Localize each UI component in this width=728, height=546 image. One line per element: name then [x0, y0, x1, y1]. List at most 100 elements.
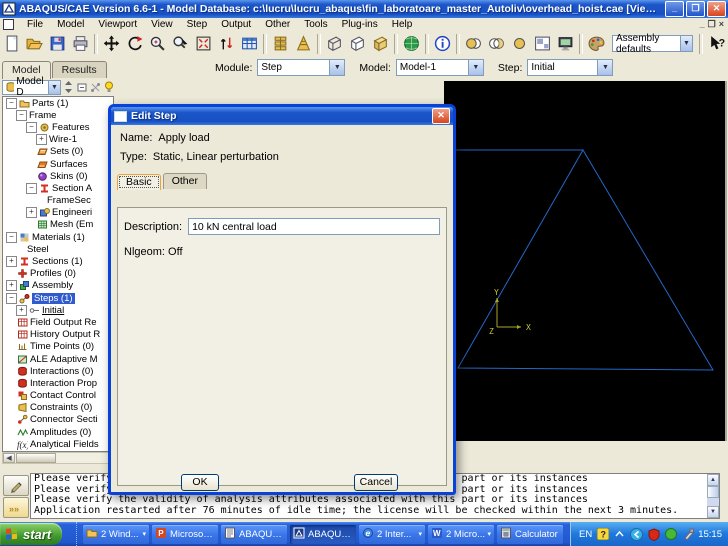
- tree-horizontal-scrollbar[interactable]: ◀: [2, 452, 114, 464]
- render-stack-icon[interactable]: [269, 33, 292, 55]
- zoom-box-icon[interactable]: [169, 33, 192, 55]
- tree-item-mesh-em[interactable]: Mesh (Em: [3, 219, 113, 231]
- collapse-icon[interactable]: −: [26, 122, 37, 133]
- expand-icon[interactable]: +: [6, 256, 17, 267]
- query-info-icon[interactable]: [431, 33, 454, 55]
- perspective-sphere-icon[interactable]: [400, 33, 423, 55]
- pan-view-icon[interactable]: [100, 33, 123, 55]
- tree-item-analytical-fields[interactable]: f(x)Analytical Fields: [3, 438, 113, 450]
- expand-icon[interactable]: +: [6, 280, 17, 291]
- tree-item-field-output-re[interactable]: Field Output Re: [3, 316, 113, 328]
- menu-item-tools[interactable]: Tools: [297, 19, 334, 30]
- mdi-restore-button[interactable]: ❐: [708, 19, 716, 30]
- tree-item-parts-1-[interactable]: −Parts (1): [3, 97, 113, 109]
- rotate-view-icon[interactable]: [123, 33, 146, 55]
- render-cone-icon[interactable]: [292, 33, 315, 55]
- expand-icon[interactable]: +: [26, 207, 37, 218]
- dialog-close-icon[interactable]: ✕: [432, 108, 450, 124]
- overlay-front-circles-icon[interactable]: [462, 33, 485, 55]
- message-area-tab-icon[interactable]: [3, 475, 29, 496]
- tree-item-materials-1-[interactable]: −Materials (1): [3, 231, 113, 243]
- tree-item-assembly[interactable]: +Assembly: [3, 280, 113, 292]
- menu-item-step[interactable]: Step: [180, 19, 215, 30]
- collapse-icon[interactable]: −: [26, 183, 37, 194]
- close-button[interactable]: ✕: [707, 1, 726, 17]
- tree-item-history-output-r[interactable]: History Output R: [3, 329, 113, 341]
- tree-item-surfaces[interactable]: Surfaces: [3, 158, 113, 170]
- tree-item-features[interactable]: −Features: [3, 121, 113, 133]
- collapse-icon[interactable]: −: [6, 293, 17, 304]
- tree-link-icon[interactable]: [90, 80, 101, 94]
- tree-item-profiles-0-[interactable]: Profiles (0): [3, 268, 113, 280]
- dialog-title-bar[interactable]: Edit Step ✕: [111, 107, 453, 125]
- tree-item-constraints-0-[interactable]: Constraints (0): [3, 402, 113, 414]
- hide-tray-icons-arrow[interactable]: [613, 528, 626, 541]
- tree-item-contact-control[interactable]: Contact Control: [3, 390, 113, 402]
- tree-item-connector-secti[interactable]: Connector Secti: [3, 414, 113, 426]
- kernel-prompt-icon[interactable]: »»: [3, 497, 29, 518]
- new-file-icon[interactable]: [0, 33, 23, 55]
- back-circle-icon[interactable]: [630, 528, 643, 541]
- tree-item-interaction-prop[interactable]: Interaction Prop: [3, 377, 113, 389]
- menu-item-plug-ins[interactable]: Plug-ins: [335, 19, 385, 30]
- magnify-view-icon[interactable]: [146, 33, 169, 55]
- print-icon[interactable]: [69, 33, 92, 55]
- mdi-close-button[interactable]: ×: [719, 19, 724, 30]
- taskbar-button-1[interactable]: PMicrosoft...: [152, 525, 218, 544]
- single-circle-icon[interactable]: [508, 33, 531, 55]
- menu-item-output[interactable]: Output: [214, 19, 258, 30]
- scroll-thumb[interactable]: [707, 486, 719, 498]
- taskbar-button-5[interactable]: W2 Micro...▾: [428, 525, 494, 544]
- expand-icon[interactable]: +: [16, 305, 27, 316]
- tree-item-frame[interactable]: −Frame: [3, 109, 113, 121]
- cycle-arrows-icon[interactable]: [215, 33, 238, 55]
- scroll-down-arrow[interactable]: ▼: [707, 506, 719, 518]
- viewport-canvas[interactable]: Y X Z: [444, 81, 727, 441]
- menu-item-viewport[interactable]: Viewport: [91, 19, 144, 30]
- model-select[interactable]: Model-1▼: [396, 59, 484, 76]
- wireframe-cube-icon[interactable]: [323, 33, 346, 55]
- cancel-button[interactable]: Cancel: [354, 474, 398, 491]
- scroll-thumb[interactable]: [16, 453, 56, 463]
- tree-item-steps-1-[interactable]: −Steps (1): [3, 292, 113, 304]
- taskbar-button-0[interactable]: 2 Wind...▾: [83, 525, 149, 544]
- collapse-icon[interactable]: −: [6, 98, 17, 109]
- module-select[interactable]: Step▼: [257, 59, 345, 76]
- tree-item-time-points-0-[interactable]: Time Points (0): [3, 341, 113, 353]
- ok-button[interactable]: OK: [181, 474, 219, 491]
- model-database-select[interactable]: Model D ▼: [2, 80, 61, 95]
- tree-item-initial[interactable]: +Initial: [3, 304, 113, 316]
- menu-item-other[interactable]: Other: [258, 19, 297, 30]
- help-cursor-icon[interactable]: ?: [705, 33, 728, 55]
- tree-item-framesec[interactable]: FrameSec: [3, 195, 113, 207]
- scroll-left-arrow[interactable]: ◀: [3, 453, 15, 463]
- step-select[interactable]: Initial▼: [527, 59, 613, 76]
- mouse-icon[interactable]: [681, 528, 694, 541]
- mdi-minimize-button[interactable]: _: [700, 19, 705, 30]
- help-question-icon[interactable]: ?: [596, 528, 609, 541]
- open-file-icon[interactable]: [23, 33, 46, 55]
- shaded-cube-icon[interactable]: [369, 33, 392, 55]
- taskbar-button-3[interactable]: ABAQUS...: [290, 525, 356, 544]
- taskbar-button-4[interactable]: e2 Inter...▾: [359, 525, 425, 544]
- menu-item-file[interactable]: File: [20, 19, 50, 30]
- menu-item-help[interactable]: Help: [385, 19, 420, 30]
- restore-button[interactable]: ❐: [686, 1, 705, 17]
- expand-icon[interactable]: +: [36, 134, 47, 145]
- collapse-icon[interactable]: −: [6, 232, 17, 243]
- minimize-button[interactable]: _: [665, 1, 684, 17]
- fit-view-icon[interactable]: [192, 33, 215, 55]
- mdi-system-icon[interactable]: [3, 19, 14, 30]
- tree-item-skins-0-[interactable]: Skins (0): [3, 170, 113, 182]
- tree-item-sections-1-[interactable]: +Sections (1): [3, 255, 113, 267]
- language-indicator[interactable]: EN: [579, 529, 592, 540]
- tree-item-ale-adaptive-m[interactable]: ALE Adaptive M: [3, 353, 113, 365]
- tab-results[interactable]: Results: [52, 61, 107, 78]
- tree-item-engineeri[interactable]: +Engineeri: [3, 207, 113, 219]
- tree-item-section-a[interactable]: −Section A: [3, 182, 113, 194]
- menu-item-view[interactable]: View: [144, 19, 180, 30]
- message-scrollbar[interactable]: ▲ ▼: [707, 474, 719, 518]
- tips-lightbulb-icon[interactable]: [104, 80, 115, 94]
- save-icon[interactable]: [46, 33, 69, 55]
- scroll-up-arrow[interactable]: ▲: [707, 474, 719, 486]
